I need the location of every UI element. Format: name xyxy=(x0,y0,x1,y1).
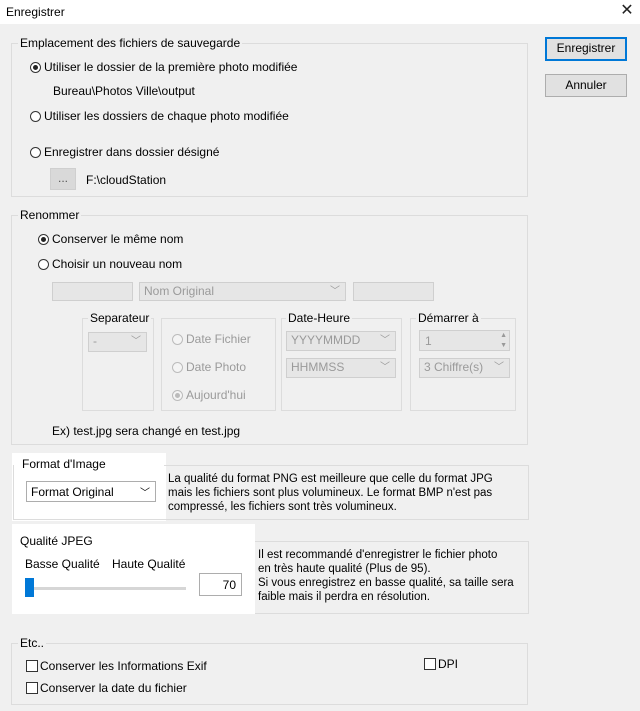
label-new-name: Choisir un nouveau nom xyxy=(52,257,183,271)
etc-group xyxy=(11,643,528,705)
separator-select[interactable]: - ﹀ xyxy=(88,332,147,352)
label-file-date: Conserver la date du fichier xyxy=(40,681,187,695)
radio-first-photo-folder[interactable] xyxy=(30,62,41,73)
quality-low-label: Basse Qualité xyxy=(25,557,100,571)
close-icon[interactable]: ✕ xyxy=(618,2,636,20)
radio-each-photo-folder[interactable] xyxy=(30,111,41,122)
window-title: Enregistrer xyxy=(6,5,65,19)
prefix-input[interactable] xyxy=(52,282,133,301)
chevron-down-icon: ﹀ xyxy=(330,286,340,297)
chevron-down-icon: ﹀ xyxy=(131,336,141,347)
format-legend: Format d'Image xyxy=(20,457,108,471)
format-select[interactable]: Format Original ﹀ xyxy=(26,481,156,502)
datetime-legend: Date-Heure xyxy=(286,311,353,325)
quality-high-label: Haute Qualité xyxy=(112,557,186,571)
start-number-value: 1 xyxy=(425,334,432,348)
digits-select-value: 3 Chiffre(s) xyxy=(424,360,484,374)
date-format-select[interactable]: YYYYMMDD ﹀ xyxy=(286,331,396,351)
rename-example: Ex) test.jpg sera changé en test.jpg xyxy=(52,424,241,438)
radio-new-name[interactable] xyxy=(38,259,49,270)
first-photo-path: Bureau\Photos Ville\output xyxy=(53,84,195,98)
label-dpi: DPI xyxy=(438,657,459,671)
label-exif: Conserver les Informations Exif xyxy=(40,659,207,673)
label-first-photo-folder: Utiliser le dossier de la première photo… xyxy=(44,60,298,74)
format-select-value: Format Original xyxy=(31,485,114,499)
spin-down-icon[interactable]: ▼ xyxy=(500,341,507,350)
digits-select[interactable]: 3 Chiffre(s) ﹀ xyxy=(419,358,510,378)
cancel-button[interactable]: Annuler xyxy=(545,74,627,97)
quality-slider-thumb[interactable] xyxy=(25,578,34,597)
location-legend: Emplacement des fichiers de sauvegarde xyxy=(18,36,243,50)
label-date-photo: Date Photo xyxy=(186,360,247,374)
checkbox-dpi[interactable] xyxy=(424,658,436,670)
name-select-value: Nom Original xyxy=(144,284,215,298)
quality-info-line3: Si vous enregistrez en basse qualité, sa… xyxy=(258,577,514,589)
radio-designated-folder[interactable] xyxy=(30,147,41,158)
label-date-file: Date Fichier xyxy=(186,332,251,346)
quality-value: 70 xyxy=(222,578,236,592)
title-bar xyxy=(0,0,640,24)
name-select[interactable]: Nom Original ﹀ xyxy=(139,282,346,301)
radio-today[interactable] xyxy=(172,390,183,401)
label-keep-name: Conserver le même nom xyxy=(52,232,184,246)
checkbox-exif[interactable] xyxy=(26,660,38,672)
checkbox-file-date[interactable] xyxy=(26,682,38,694)
quality-legend: Qualité JPEG xyxy=(20,534,93,548)
chevron-down-icon: ﹀ xyxy=(494,362,504,373)
save-button[interactable]: Enregistrer xyxy=(545,37,627,61)
quality-slider-track[interactable] xyxy=(25,587,186,590)
date-format-value: YYYYMMDD xyxy=(291,333,361,347)
designated-path: F:\cloudStation xyxy=(86,173,167,187)
start-number-input[interactable]: 1 ▲ ▼ xyxy=(419,330,510,351)
format-info: La qualité du format PNG est meilleure q… xyxy=(168,473,493,513)
rename-legend: Renommer xyxy=(18,208,82,222)
radio-keep-name[interactable] xyxy=(38,234,49,245)
radio-date-photo[interactable] xyxy=(172,362,183,373)
quality-info-line2: en très haute qualité (Plus de 95). xyxy=(258,563,431,575)
chevron-down-icon: ﹀ xyxy=(380,335,390,346)
label-today: Aujourd'hui xyxy=(186,388,246,402)
quality-value-input[interactable]: 70 xyxy=(199,573,242,596)
browse-folder-button[interactable]: ... xyxy=(50,168,76,190)
time-format-value: HHMMSS xyxy=(291,360,345,374)
start-legend: Démarrer à xyxy=(416,311,481,325)
quality-info-line1: Il est recommandé d'enregistrer le fichi… xyxy=(258,549,498,561)
quality-info-line4: faible mais il perdra en résolution. xyxy=(258,591,430,603)
label-each-photo-folder: Utiliser les dossiers de chaque photo mo… xyxy=(44,109,289,123)
suffix-input[interactable] xyxy=(353,282,434,301)
chevron-down-icon: ﹀ xyxy=(140,488,150,499)
time-format-select[interactable]: HHMMSS ﹀ xyxy=(286,358,396,378)
separator-select-value: - xyxy=(93,334,97,348)
radio-date-file[interactable] xyxy=(172,334,183,345)
separator-legend: Separateur xyxy=(88,311,152,325)
chevron-down-icon: ﹀ xyxy=(380,362,390,373)
spin-up-icon[interactable]: ▲ xyxy=(500,331,507,340)
etc-legend: Etc.. xyxy=(18,636,47,650)
label-designated-folder: Enregistrer dans dossier désigné xyxy=(44,145,220,159)
